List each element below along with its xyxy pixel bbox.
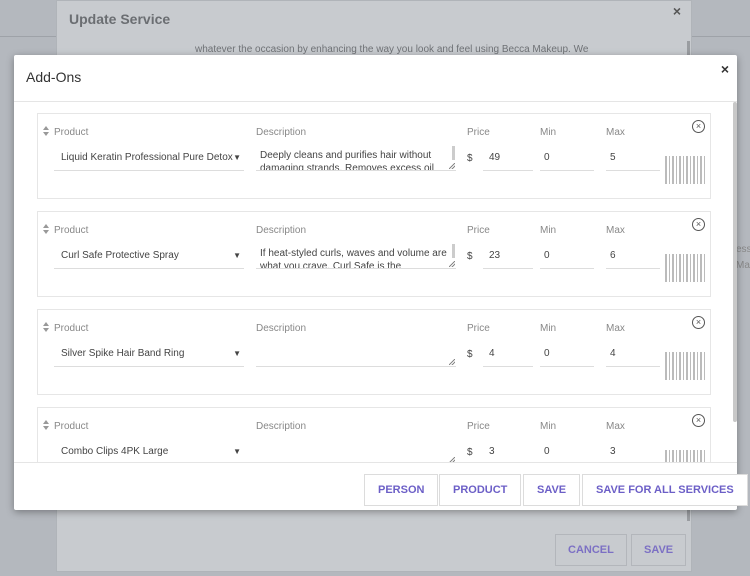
background-side-text: Ma bbox=[736, 260, 750, 271]
chevron-down-icon: ▼ bbox=[233, 153, 241, 162]
product-select[interactable]: Combo Clips 4PK Large ▼ bbox=[54, 440, 244, 462]
description-textarea[interactable] bbox=[256, 440, 456, 462]
price-label: Price bbox=[467, 421, 490, 432]
price-label: Price bbox=[467, 127, 490, 138]
product-select[interactable]: Curl Safe Protective Spray ▼ bbox=[54, 244, 244, 269]
product-button[interactable]: PRODUCT bbox=[439, 474, 522, 506]
barcode-icon bbox=[665, 156, 705, 184]
product-select-value: Silver Spike Hair Band Ring bbox=[61, 348, 185, 359]
description-value: Deeply cleans and purifies hair without … bbox=[260, 150, 434, 171]
chevron-down-icon: ▼ bbox=[233, 349, 241, 358]
max-input[interactable]: 5 bbox=[606, 146, 660, 171]
currency-symbol: $ bbox=[467, 251, 473, 262]
description-value: If heat-styled curls, waves and volume a… bbox=[260, 248, 447, 269]
product-label: Product bbox=[54, 127, 89, 138]
price-input[interactable]: 49 bbox=[483, 146, 533, 171]
close-icon[interactable]: × bbox=[721, 61, 729, 77]
max-input[interactable]: 3 bbox=[606, 440, 660, 462]
max-label: Max bbox=[606, 323, 625, 334]
person-button[interactable]: PERSON bbox=[364, 474, 439, 506]
min-input[interactable]: 0 bbox=[540, 146, 594, 171]
addon-row: Product Description Price Min Max Curl S… bbox=[37, 211, 711, 297]
product-select-value: Liquid Keratin Professional Pure Detox S… bbox=[61, 152, 236, 163]
addons-modal: Add-Ons × Product Description Price Min … bbox=[14, 55, 748, 511]
chevron-down-icon: ▼ bbox=[233, 251, 241, 260]
description-label: Description bbox=[256, 323, 307, 334]
scrollbar[interactable] bbox=[452, 244, 455, 258]
max-input[interactable]: 6 bbox=[606, 244, 660, 269]
product-label: Product bbox=[54, 323, 89, 334]
drag-sort-icon[interactable] bbox=[43, 420, 49, 432]
max-input[interactable]: 4 bbox=[606, 342, 660, 367]
addon-row: Product Description Price Min Max Silver… bbox=[37, 309, 711, 395]
product-select[interactable]: Liquid Keratin Professional Pure Detox S… bbox=[54, 146, 244, 171]
min-label: Min bbox=[540, 225, 557, 236]
max-label: Max bbox=[606, 127, 625, 138]
barcode-icon bbox=[665, 352, 705, 380]
resize-grip-icon[interactable] bbox=[449, 359, 455, 365]
update-service-title: Update Service bbox=[69, 11, 171, 27]
min-label: Min bbox=[540, 323, 557, 334]
service-description-snippet: whatever the occasion by enhancing the w… bbox=[195, 44, 589, 55]
description-label: Description bbox=[256, 127, 307, 138]
drag-sort-icon[interactable] bbox=[43, 224, 49, 236]
resize-grip-icon[interactable] bbox=[449, 261, 455, 267]
scrollbar[interactable] bbox=[452, 146, 455, 160]
currency-symbol: $ bbox=[467, 447, 473, 458]
currency-symbol: $ bbox=[467, 153, 473, 164]
min-input[interactable]: 0 bbox=[540, 342, 594, 367]
addons-list: Product Description Price Min Max Liquid… bbox=[14, 102, 737, 462]
description-value bbox=[256, 342, 456, 345]
close-icon[interactable]: × bbox=[673, 3, 681, 19]
remove-row-icon[interactable]: × bbox=[692, 120, 705, 133]
background-side-text: ess bbox=[736, 244, 750, 255]
barcode-icon bbox=[665, 450, 705, 462]
drag-sort-icon[interactable] bbox=[43, 126, 49, 138]
drag-sort-icon[interactable] bbox=[43, 322, 49, 334]
description-label: Description bbox=[256, 225, 307, 236]
modal-title: Add-Ons bbox=[26, 69, 82, 85]
save-button[interactable]: SAVE bbox=[631, 534, 687, 566]
product-select[interactable]: Silver Spike Hair Band Ring ▼ bbox=[54, 342, 244, 367]
addon-row: Product Description Price Min Max Liquid… bbox=[37, 113, 711, 199]
scrollbar[interactable] bbox=[733, 102, 737, 422]
price-input[interactable]: 4 bbox=[483, 342, 533, 367]
min-label: Min bbox=[540, 127, 557, 138]
currency-symbol: $ bbox=[467, 349, 473, 360]
product-label: Product bbox=[54, 421, 89, 432]
description-value bbox=[256, 440, 456, 443]
description-label: Description bbox=[256, 421, 307, 432]
save-button[interactable]: SAVE bbox=[523, 474, 581, 506]
background-divider bbox=[0, 36, 60, 37]
addon-row: Product Description Price Min Max Combo … bbox=[37, 407, 711, 462]
save-all-services-button[interactable]: SAVE FOR ALL SERVICES bbox=[582, 474, 748, 506]
product-select-value: Curl Safe Protective Spray bbox=[61, 250, 179, 261]
min-input[interactable]: 0 bbox=[540, 440, 594, 462]
modal-header: Add-Ons × bbox=[14, 55, 737, 102]
description-textarea[interactable] bbox=[256, 342, 456, 367]
price-label: Price bbox=[467, 323, 490, 334]
price-label: Price bbox=[467, 225, 490, 236]
price-input[interactable]: 3 bbox=[483, 440, 533, 462]
min-input[interactable]: 0 bbox=[540, 244, 594, 269]
product-select-value: Combo Clips 4PK Large bbox=[61, 446, 169, 457]
remove-row-icon[interactable]: × bbox=[692, 414, 705, 427]
modal-footer: PERSON PRODUCT SAVE SAVE FOR ALL SERVICE… bbox=[14, 462, 748, 511]
remove-row-icon[interactable]: × bbox=[692, 316, 705, 329]
product-label: Product bbox=[54, 225, 89, 236]
remove-row-icon[interactable]: × bbox=[692, 218, 705, 231]
max-label: Max bbox=[606, 225, 625, 236]
barcode-icon bbox=[665, 254, 705, 282]
resize-grip-icon[interactable] bbox=[449, 163, 455, 169]
description-textarea[interactable]: Deeply cleans and purifies hair without … bbox=[256, 146, 456, 171]
price-input[interactable]: 23 bbox=[483, 244, 533, 269]
description-textarea[interactable]: If heat-styled curls, waves and volume a… bbox=[256, 244, 456, 269]
cancel-button[interactable]: CANCEL bbox=[555, 534, 627, 566]
min-label: Min bbox=[540, 421, 557, 432]
background-divider bbox=[690, 36, 750, 37]
chevron-down-icon: ▼ bbox=[233, 447, 241, 456]
max-label: Max bbox=[606, 421, 625, 432]
